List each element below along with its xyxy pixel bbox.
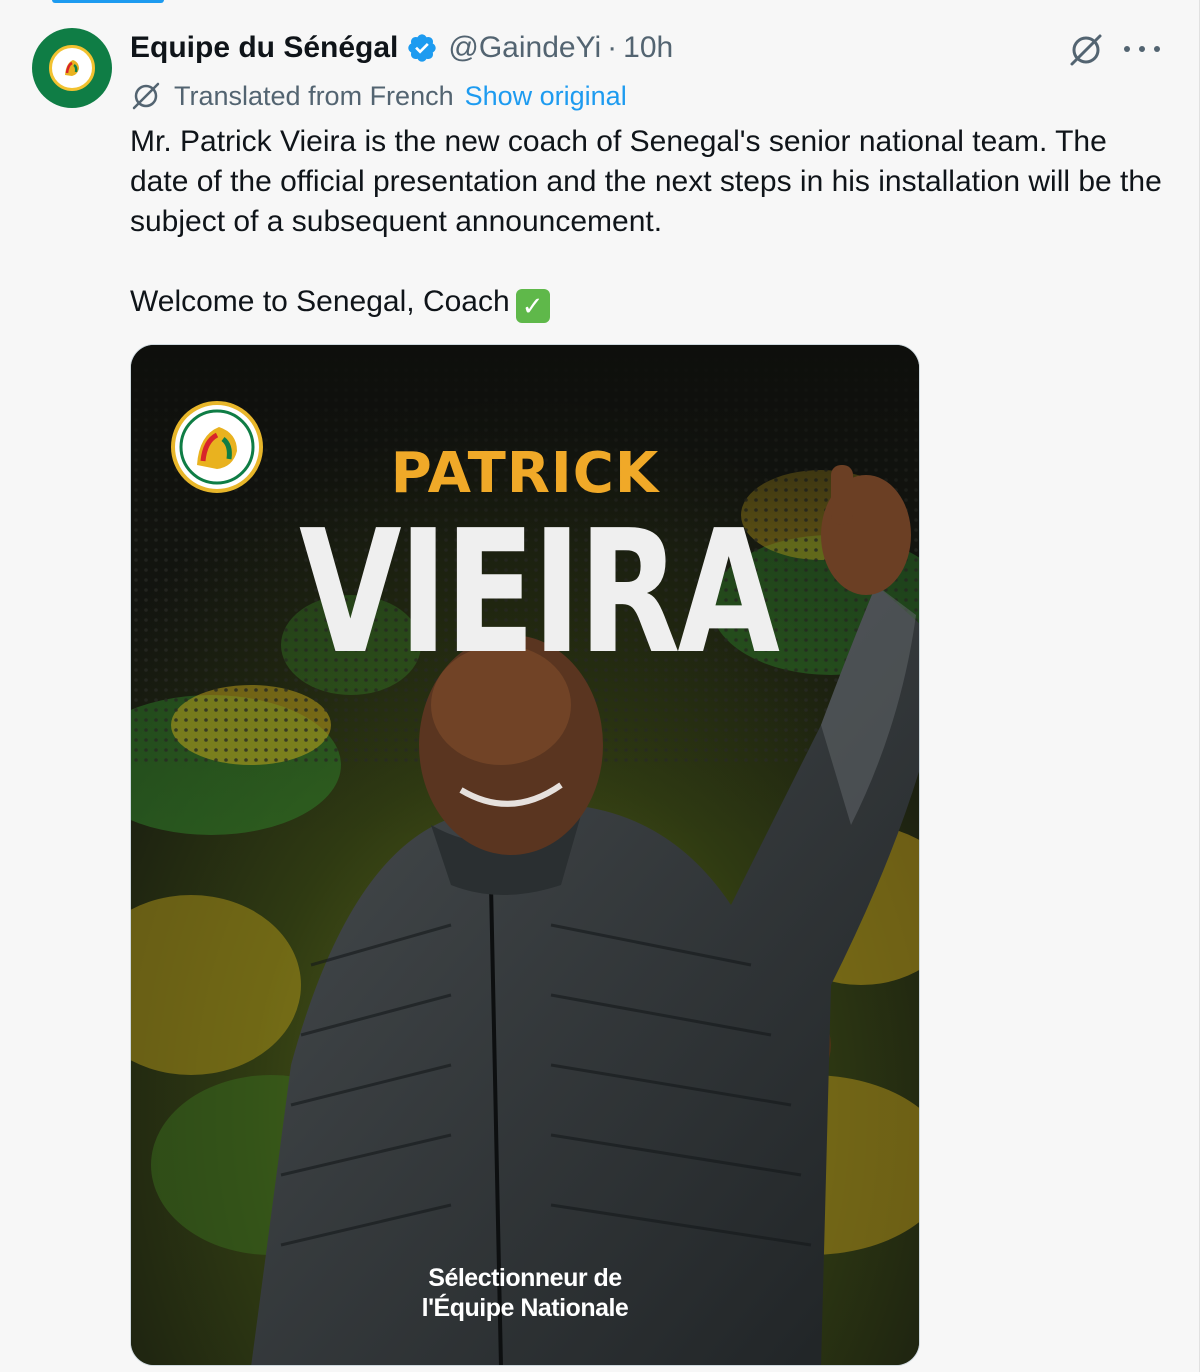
tweet-page: Equipe du Sénégal @GaindeYi · 10h Transl…	[0, 0, 1200, 1372]
poster-caption-line: l'Équipe Nationale	[421, 1294, 629, 1322]
translated-from-label: Translated from French	[174, 80, 454, 111]
more-dot	[1154, 46, 1160, 52]
tweet-body: Equipe du Sénégal @GaindeYi · 10h Transl…	[130, 26, 1170, 323]
tweet-media-image[interactable]: PATRICK VIEIRA Sélectionneur de l'Équipe…	[130, 344, 920, 1366]
more-dot	[1124, 46, 1130, 52]
author-display-name[interactable]: Equipe du Sénégal	[130, 31, 398, 65]
tweet-header: Equipe du Sénégal @GaindeYi · 10h	[130, 26, 1170, 70]
grok-icon[interactable]	[1066, 30, 1106, 70]
translation-notice: Translated from French Show original	[130, 74, 1170, 118]
poster-caption-line: Sélectionneur de	[428, 1264, 622, 1292]
author-avatar[interactable]	[32, 28, 112, 108]
more-options-icon[interactable]	[1124, 34, 1160, 64]
tweet-timestamp[interactable]: 10h	[623, 31, 673, 65]
header-separator: ·	[607, 31, 618, 64]
tweet-text: Mr. Patrick Vieira is the new coach of S…	[130, 122, 1170, 323]
tweet-paragraph: Mr. Patrick Vieira is the new coach of S…	[130, 125, 1162, 238]
check-mark-emoji-icon: ✓	[515, 289, 550, 323]
tab-indicator	[52, 0, 164, 3]
fsf-crest-icon	[49, 45, 95, 91]
author-handle[interactable]: @GaindeYi	[448, 31, 601, 65]
tweet-paragraph: Welcome to Senegal, Coach ✓	[130, 282, 1170, 323]
translate-icon	[130, 80, 162, 112]
more-dot	[1139, 46, 1145, 52]
verified-badge-icon[interactable]	[406, 32, 438, 64]
poster-last-name: VIEIRA	[299, 494, 780, 692]
poster-caption: Sélectionneur de l'Équipe Nationale	[131, 1263, 919, 1323]
show-original-link[interactable]: Show original	[465, 81, 627, 112]
tweet-welcome-text: Welcome to Senegal, Coach	[130, 285, 510, 318]
